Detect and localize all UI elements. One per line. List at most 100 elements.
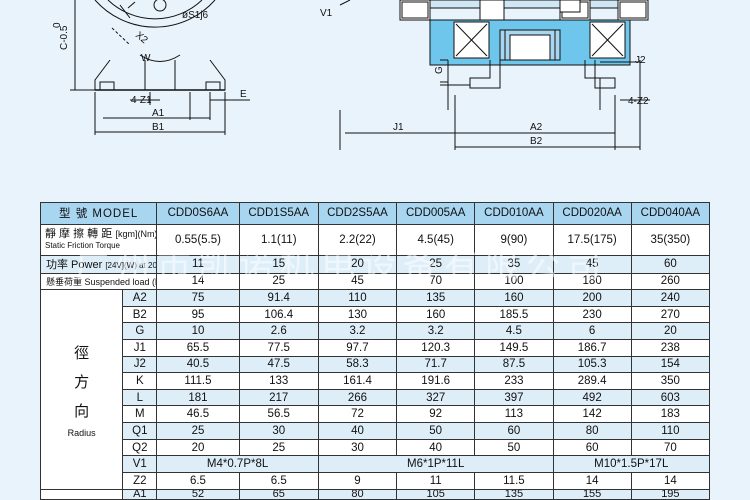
model-row: 型 號 MODEL CDD0S6AA CDD1S5AA CDD2S5AA CDD… [39,202,711,225]
dimension-name: A2 [122,289,158,307]
section-view [339,0,650,150]
dimension-value: 25 [238,438,319,457]
dimension-value: 75 [156,289,240,307]
a1-row: A1 52 65 80 105 135 155 195 [39,488,711,500]
dimension-value: 133 [238,372,319,390]
dimension-row: Q1 25 30 40 50 60 80 110 [41,422,711,440]
dimension-value: 120.3 [396,339,476,357]
model-cell: CDD020AA [552,202,632,225]
dimension-value: 20 [630,322,711,341]
spec-table: 型 號 MODEL CDD0S6AA CDD1S5AA CDD2S5AA CDD… [39,202,711,500]
dimension-name: L [122,388,158,407]
model-header: 型 號 MODEL [39,202,158,225]
load-cell: 45 [317,272,398,291]
dimension-value: 270 [630,305,711,324]
dimension-value: 135 [474,488,554,500]
dimension-value: 492 [552,388,632,407]
axial-label [39,488,124,500]
dimension-value: 47.5 [238,355,319,374]
dimension-value: 397 [474,388,554,407]
dimension-value: 4.5 [474,322,554,341]
v1-spec-b: M6*1P*11L [317,455,554,473]
dimension-value: 154 [630,355,711,374]
dimension-name: J1 [122,339,158,357]
dimension-value: 603 [630,388,711,407]
dimension-value: 52 [156,488,240,500]
torque-cell: 17.5(175) [552,223,632,256]
load-cell: 260 [630,272,711,291]
dimension-name: M [122,405,158,424]
dimension-value: 70 [630,438,711,457]
torque-cell: 1.1(11) [238,223,319,256]
torque-row: 靜 摩 擦 轉 距 [kgm](Nm) Static Friction Torq… [39,223,711,256]
dimension-value: 185.5 [474,305,554,324]
dimension-row: 徑方向 Radius A2 75 91.4 110 135 160 200 240 [39,289,711,490]
dimension-value: 186.7 [552,339,632,357]
e-label: E [240,89,247,100]
power-label: 功率 Power [24V](W) at 20°C [39,254,158,274]
model-cell: CDD0S6AA [156,202,240,225]
dimension-value: 60 [474,422,554,440]
b2-label: B2 [530,136,543,147]
dimension-value: 87.5 [474,355,554,374]
dimension-value: 50 [474,438,554,457]
load-cell: 25 [238,272,319,291]
dimension-name: Q2 [122,438,158,457]
dimension-value: 111.5 [156,372,240,390]
dimension-value: 91.4 [238,289,319,307]
dimension-row: G 10 2.6 3.2 3.2 4.5 6 20 [41,322,711,341]
v1-spec-a: M4*0.7P*8L [156,455,319,473]
dimension-value: 71.7 [396,355,476,374]
radius-label-cn: 徑 [74,344,90,362]
model-cell: CDD005AA [396,202,476,225]
torque-cell: 35(350) [630,223,711,256]
dimension-name: Z2 [122,471,158,490]
z2-row: Z2 6.5 6.5 9 11 11.5 14 14 [41,471,711,490]
model-cell: CDD010AA [474,202,554,225]
dimension-value: 130 [317,305,398,324]
dimension-value: 80 [317,488,398,500]
dimension-value: 92 [396,405,476,424]
load-cell: 70 [396,272,476,291]
dimension-row: L 181 217 266 327 397 492 603 [41,388,711,407]
dimension-value: 160 [396,305,476,324]
dimension-value: 10 [156,322,240,341]
radius-label-cn: 方 [74,373,90,391]
dimension-value: 233 [474,372,554,390]
dimension-value: 105.3 [552,355,632,374]
dimension-value: 20 [156,438,240,457]
power-label-text: 功率 Power [46,259,103,272]
load-row: 懸垂荷重 Suspended load (kgf) 14 25 45 70 10… [39,272,711,291]
dimension-name: J2 [122,355,158,374]
v1-spec-c: M10*1.5P*17L [552,455,711,473]
power-cell: 60 [630,254,711,274]
v1-label: V1 [320,8,333,19]
power-cell: 15 [238,254,319,274]
dimension-name: K [122,372,158,390]
dimension-value: 40 [396,438,476,457]
dimension-value: 289.4 [552,372,632,390]
dimension-value: 80 [552,422,632,440]
dimension-value: 14 [630,471,711,490]
dimension-value: 3.2 [396,322,476,341]
a1-label: A1 [152,108,165,119]
load-label: 懸垂荷重 Suspended load (kgf) [39,272,158,291]
dimension-value: 106.4 [238,305,319,324]
torque-unit: [kgm](Nm) [115,228,157,239]
dimension-value: 25 [156,422,240,440]
dimension-value: 195 [630,488,711,500]
four-z1-label: 4-Z1 [131,95,152,106]
model-cell: CDD2S5AA [317,202,398,225]
dimension-name: A1 [122,488,158,500]
j1-label: J1 [393,122,404,133]
torque-label: 靜 摩 擦 轉 距 [kgm](Nm) Static Friction Torq… [39,223,158,256]
load-cell: 100 [474,272,554,291]
four-z2-label: 4-Z2 [628,96,649,107]
dimension-value: 142 [552,405,632,424]
torque-cell: 2.2(22) [317,223,398,256]
dimension-value: 238 [630,339,711,357]
dimension-value: 135 [396,289,476,307]
dimension-value: 200 [552,289,632,307]
dimension-value: 6.5 [238,471,319,490]
dimension-value: 181 [156,388,240,407]
